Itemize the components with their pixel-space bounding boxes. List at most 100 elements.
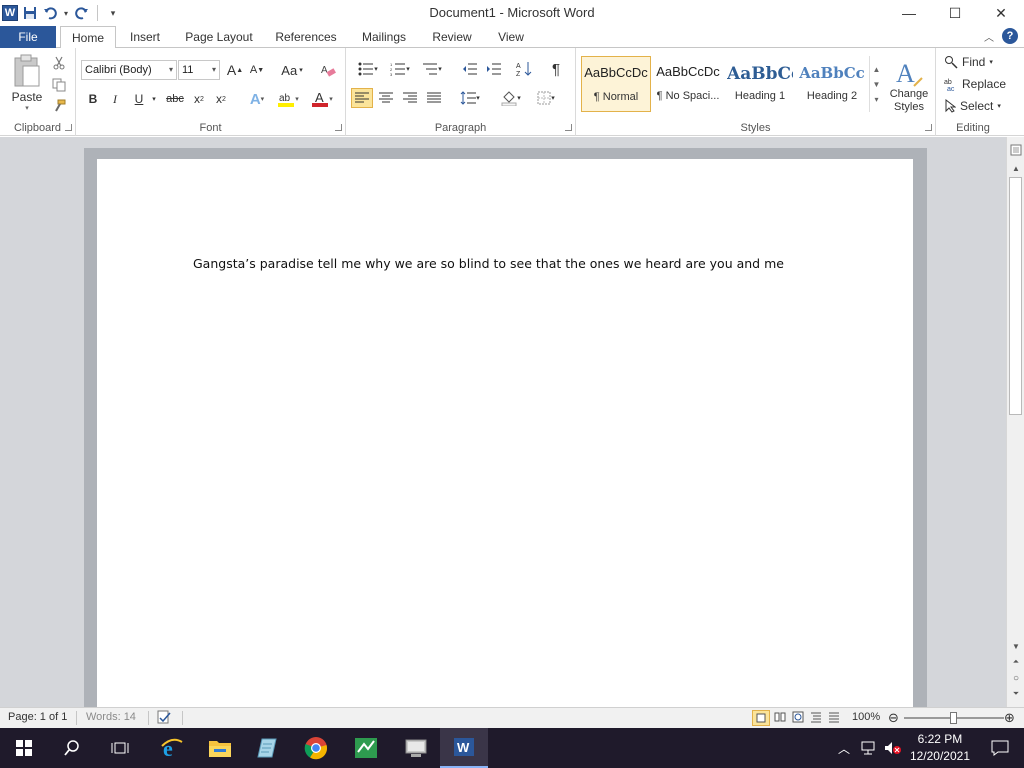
font-size-dropdown-icon[interactable]: ▾ <box>212 65 216 74</box>
tab-view[interactable]: View <box>490 26 532 48</box>
zoom-out-icon[interactable]: ⊖ <box>888 710 899 726</box>
vertical-scrollbar[interactable]: ▲ ▼ ⏶ ○ ⏷ <box>1006 137 1024 707</box>
font-family-dropdown-icon[interactable]: ▾ <box>169 65 173 74</box>
document-area[interactable]: Gangsta’s paradise tell me why we are so… <box>0 137 1006 707</box>
font-color-button[interactable]: A ▾ <box>308 88 336 110</box>
highlight-color-button[interactable]: ab ▾ <box>274 88 302 110</box>
browse-object-icon[interactable]: ○ <box>1007 671 1024 685</box>
redo-icon[interactable] <box>74 5 90 21</box>
replace-button[interactable]: ab ac Replace <box>944 74 1014 94</box>
print-layout-view-icon[interactable] <box>752 710 770 726</box>
tab-home[interactable]: Home <box>60 26 116 49</box>
justify-button[interactable] <box>423 88 445 108</box>
save-icon[interactable] <box>22 5 38 21</box>
clipboard-dialog-launcher[interactable] <box>65 124 72 131</box>
paste-dropdown-icon[interactable]: ▾ <box>25 104 29 112</box>
network-icon[interactable] <box>860 741 876 755</box>
view-ruler-icon[interactable] <box>1007 143 1024 157</box>
tab-references[interactable]: References <box>268 26 344 48</box>
draft-view-icon[interactable] <box>828 711 840 726</box>
tab-mailings[interactable]: Mailings <box>354 26 414 48</box>
full-screen-reading-icon[interactable] <box>774 711 786 726</box>
show-hidden-icons[interactable]: ︿ <box>838 740 850 757</box>
show-formatting-button[interactable]: ¶ <box>546 60 566 78</box>
styles-scroll-down-icon[interactable]: ▼ <box>873 80 881 89</box>
volume-muted-icon[interactable] <box>884 741 902 755</box>
scroll-up-icon[interactable]: ▲ <box>1007 161 1024 175</box>
notepad-taskbar-item[interactable] <box>244 728 292 768</box>
underline-button[interactable]: U <box>130 90 148 108</box>
cut-icon[interactable] <box>50 54 68 72</box>
clear-formatting-icon[interactable]: A <box>318 61 338 79</box>
tab-review[interactable]: Review <box>424 26 480 48</box>
underline-dropdown-icon[interactable]: ▾ <box>150 90 158 108</box>
system-app-taskbar-item[interactable] <box>392 728 440 768</box>
network-app-taskbar-item[interactable] <box>342 728 390 768</box>
align-left-button[interactable] <box>351 88 373 108</box>
find-button[interactable]: Find ▾ <box>944 52 1008 72</box>
paragraph-dialog-launcher[interactable] <box>565 124 572 131</box>
chrome-taskbar-item[interactable] <box>292 728 340 768</box>
bold-button[interactable]: B <box>84 90 102 108</box>
scroll-thumb[interactable] <box>1009 177 1022 415</box>
previous-page-icon[interactable]: ⏶ <box>1007 655 1024 669</box>
styles-dialog-launcher[interactable] <box>925 124 932 131</box>
align-right-button[interactable] <box>399 88 421 108</box>
maximize-button[interactable]: ☐ <box>932 0 978 26</box>
align-center-button[interactable] <box>375 88 397 108</box>
outline-view-icon[interactable] <box>810 711 822 726</box>
italic-button[interactable]: I <box>106 90 124 108</box>
shrink-font-button[interactable]: A ▼ <box>248 61 266 79</box>
task-view-button[interactable] <box>96 728 144 768</box>
text-effects-button[interactable]: A ▾ <box>244 90 270 108</box>
font-size-combo[interactable]: 11 ▾ <box>178 60 220 80</box>
styles-scroll-up-icon[interactable]: ▲ <box>873 65 881 74</box>
strikethrough-button[interactable]: abc <box>164 90 186 108</box>
line-spacing-button[interactable]: ▾ <box>456 88 484 108</box>
tab-insert[interactable]: Insert <box>122 26 168 48</box>
zoom-slider-knob[interactable] <box>950 712 957 724</box>
sort-icon[interactable]: AZ <box>514 60 534 78</box>
grow-font-button[interactable]: A ▲ <box>226 61 244 79</box>
undo-dropdown-icon[interactable]: ▾ <box>62 5 70 21</box>
tab-file[interactable]: File <box>0 26 56 48</box>
action-center-button[interactable] <box>976 728 1024 768</box>
document-page[interactable]: Gangsta’s paradise tell me why we are so… <box>97 159 913 707</box>
select-button[interactable]: Select ▾ <box>944 96 1008 116</box>
copy-icon[interactable] <box>50 76 68 94</box>
zoom-level[interactable]: 100% <box>852 711 880 723</box>
bullets-button[interactable]: ▾ <box>354 60 382 78</box>
decrease-indent-icon[interactable] <box>460 60 480 78</box>
increase-indent-icon[interactable] <box>484 60 504 78</box>
shading-button[interactable]: ▾ <box>496 88 526 108</box>
superscript-button[interactable]: x2 <box>212 90 230 108</box>
close-button[interactable]: ✕ <box>978 0 1024 26</box>
subscript-button[interactable]: x2 <box>190 90 208 108</box>
paste-button[interactable]: Paste ▾ <box>8 52 46 114</box>
style-normal[interactable]: AaBbCcDc ¶ Normal <box>581 56 651 112</box>
zoom-in-icon[interactable]: ⊕ <box>1004 710 1015 726</box>
internet-explorer-taskbar-item[interactable]: e <box>148 728 196 768</box>
style-heading-1[interactable]: AaBbCc Heading 1 <box>725 56 795 112</box>
scroll-down-icon[interactable]: ▼ <box>1007 639 1024 653</box>
next-page-icon[interactable]: ⏷ <box>1007 687 1024 701</box>
customize-qat-icon[interactable]: ▾ <box>105 5 121 21</box>
taskbar-clock[interactable]: 6:22 PM 12/20/2021 <box>910 731 970 765</box>
font-dialog-launcher[interactable] <box>335 124 342 131</box>
proofing-icon[interactable] <box>156 710 172 728</box>
minimize-ribbon-icon[interactable]: ︿ <box>984 29 994 44</box>
help-icon[interactable]: ? <box>1002 28 1018 44</box>
start-button[interactable] <box>0 728 48 768</box>
style-heading-2[interactable]: AaBbCc Heading 2 <box>797 56 867 112</box>
format-painter-icon[interactable] <box>50 97 68 115</box>
word-app-icon[interactable]: W <box>2 5 18 21</box>
style-no-spacing[interactable]: AaBbCcDc ¶ No Spaci... <box>653 56 723 112</box>
change-styles-button[interactable]: A Change Styles <box>886 54 932 118</box>
document-text[interactable]: Gangsta’s paradise tell me why we are so… <box>193 256 784 271</box>
font-family-combo[interactable]: Calibri (Body) ▾ <box>81 60 177 80</box>
file-explorer-taskbar-item[interactable] <box>196 728 244 768</box>
page-count[interactable]: Page: 1 of 1 <box>8 711 67 723</box>
search-button[interactable] <box>48 728 96 768</box>
web-layout-icon[interactable] <box>792 711 804 726</box>
borders-button[interactable]: ▾ <box>532 88 560 108</box>
